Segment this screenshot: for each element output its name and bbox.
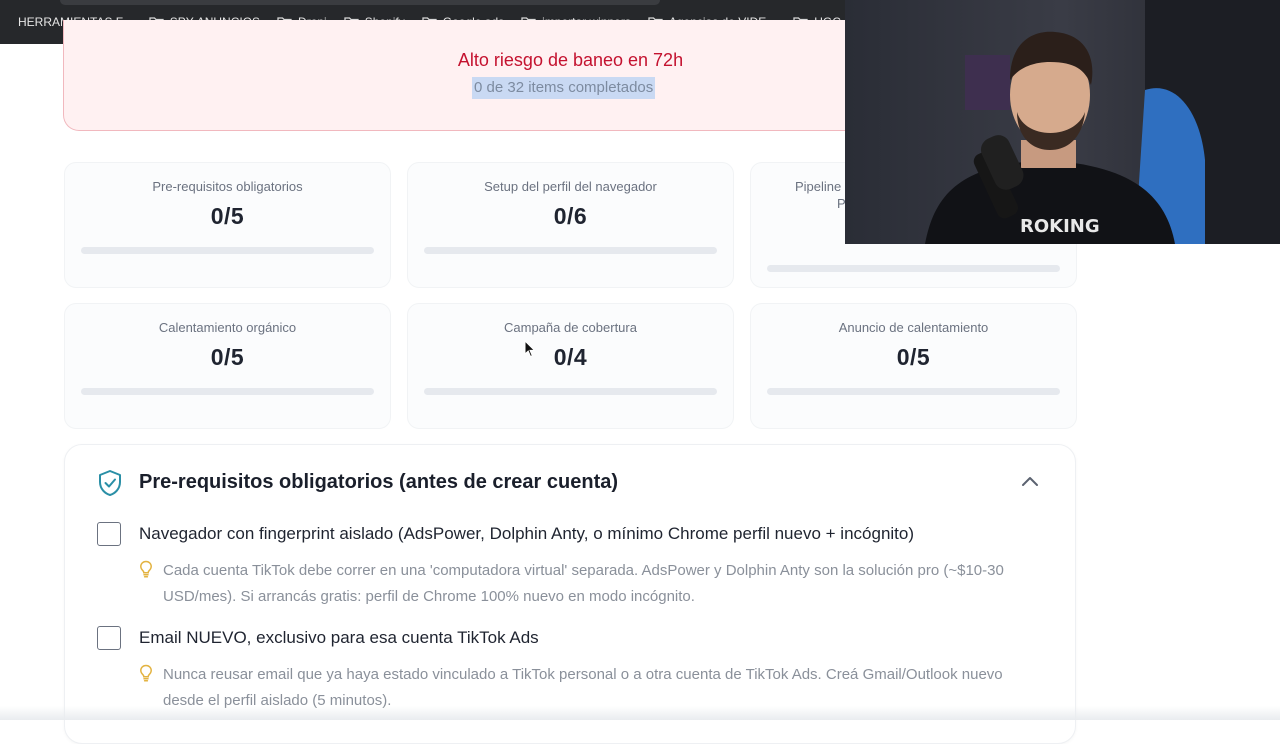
section-prerequisitos: Pre-requisitos obligatorios (antes de cr… — [64, 444, 1076, 744]
stat-progress-bar — [767, 388, 1060, 395]
stat-card-anuncio-calentamiento[interactable]: Anuncio de calentamiento 0/5 — [750, 303, 1077, 429]
stat-progress-bar — [424, 388, 717, 395]
stat-value: 0/5 — [210, 203, 245, 229]
stat-label: Campaña de cobertura — [504, 320, 637, 335]
stat-progress-bar — [767, 265, 1060, 272]
mouse-cursor-icon — [524, 340, 536, 358]
progress-summary-text: 0 de 32 items completados — [472, 77, 656, 99]
webcam-overlay: ROKING — [845, 0, 1280, 244]
stat-card-calentamiento-organico[interactable]: Calentamiento orgánico 0/5 — [64, 303, 391, 429]
checklist-item: Navegador con fingerprint aislado (AdsPo… — [97, 522, 1057, 612]
webcam-person-image: ROKING — [845, 0, 1280, 244]
stat-value: 0/6 — [553, 203, 588, 229]
stat-progress-bar — [424, 247, 717, 254]
stat-value: 0/5 — [896, 344, 931, 370]
item-title: Navegador con fingerprint aislado (AdsPo… — [139, 524, 915, 543]
item-title: Email NUEVO, exclusivo para esa cuenta T… — [139, 628, 539, 647]
stat-progress-bar — [81, 388, 374, 395]
stat-value: 0/5 — [210, 344, 245, 370]
stat-value: 0/4 — [553, 344, 588, 370]
stat-label: Anuncio de calentamiento — [838, 320, 989, 335]
item-tip: Cada cuenta TikTok debe correr en una 'c… — [163, 562, 1004, 605]
lightbulb-icon — [140, 560, 152, 578]
stat-label: Pre-requisitos obligatorios — [152, 179, 303, 194]
stat-label: Setup del perfil del navegador — [484, 179, 657, 194]
checklist-item: Email NUEVO, exclusivo para esa cuenta T… — [97, 626, 1057, 716]
shield-check-icon — [99, 470, 121, 496]
item-checkbox[interactable] — [97, 522, 121, 546]
stat-card-setup-perfil[interactable]: Setup del perfil del navegador 0/6 — [407, 162, 734, 288]
bottom-fade — [0, 706, 1280, 720]
stat-card-campana-cobertura[interactable]: Campaña de cobertura 0/4 — [407, 303, 734, 429]
chevron-up-icon[interactable] — [1020, 475, 1040, 487]
stat-progress-bar — [81, 247, 374, 254]
stat-label: Calentamiento orgánico — [158, 320, 297, 335]
section-title: Pre-requisitos obligatorios (antes de cr… — [139, 471, 619, 493]
svg-text:ROKING: ROKING — [1020, 216, 1100, 237]
item-checkbox[interactable] — [97, 626, 121, 650]
tab-strip-edge — [60, 0, 660, 5]
stat-card-prerequisitos[interactable]: Pre-requisitos obligatorios 0/5 — [64, 162, 391, 288]
lightbulb-icon — [140, 664, 152, 682]
